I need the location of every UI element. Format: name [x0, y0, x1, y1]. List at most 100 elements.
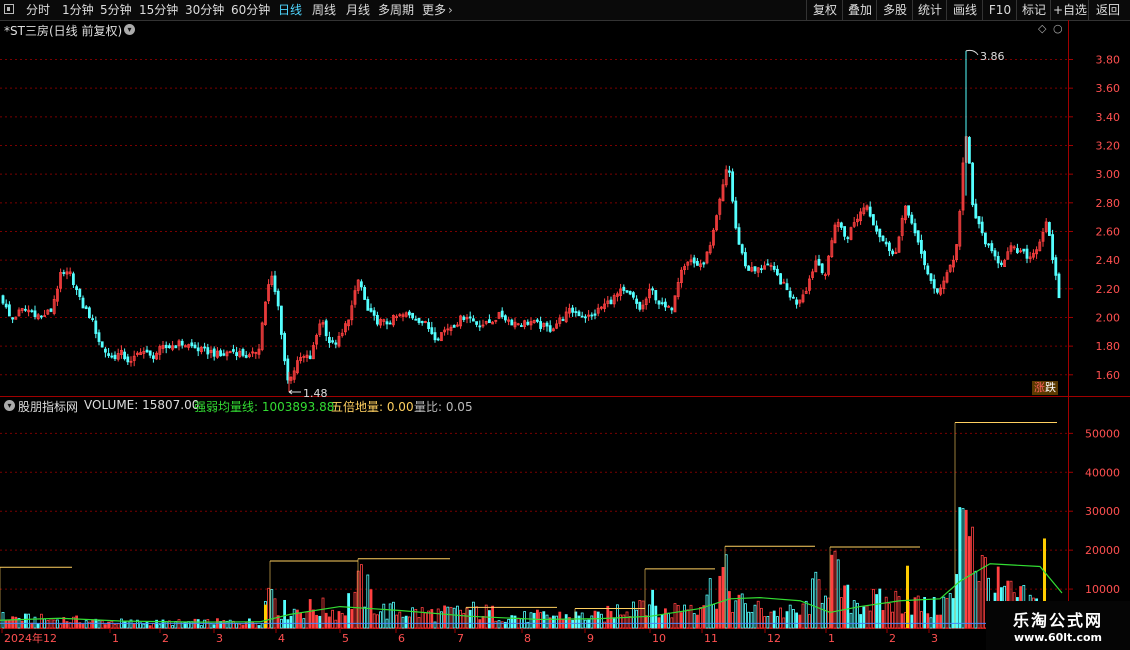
volume-bar: [46, 620, 50, 629]
title-dropdown-icon[interactable]: ▾: [124, 24, 135, 35]
x-tick-label: 6: [398, 632, 405, 645]
volume-bar: [958, 507, 962, 629]
volume-bar: [423, 612, 427, 629]
volume-bar: [638, 600, 642, 629]
candle-body: [7, 304, 11, 317]
volume-bar: [523, 611, 526, 629]
candle-body: [167, 345, 171, 349]
high-marker-arrow: [965, 49, 979, 56]
volume-bar: [878, 588, 882, 629]
volume-bar: [814, 571, 818, 629]
volume-bar: [500, 621, 504, 629]
candle-body: [977, 216, 981, 225]
volume-bar: [961, 508, 965, 629]
candle-body: [1054, 257, 1058, 276]
volume-bar: [820, 602, 824, 629]
candle-body: [190, 342, 194, 347]
candle-body: [62, 272, 66, 274]
volume-bar: [510, 615, 514, 629]
stock-title: *ST三房(日线 前复权): [4, 24, 123, 38]
volume-tick-label: 40000: [1085, 466, 1120, 479]
volume-bar: [52, 619, 56, 629]
volume-bar: [110, 620, 114, 629]
volume-bar: [590, 615, 594, 629]
volume-bar: [59, 624, 62, 629]
candle-body: [916, 230, 920, 243]
x-tick-label: 2: [162, 632, 169, 645]
up-down-badge[interactable]: 涨跌: [1032, 381, 1058, 395]
volume-bar: [577, 615, 581, 629]
volume-bar: [353, 591, 357, 629]
volume-tick-label: 50000: [1085, 427, 1120, 440]
candle-body: [913, 223, 917, 234]
volume-bar: [241, 624, 245, 629]
candle-body: [843, 226, 846, 237]
volume-bar: [596, 611, 600, 629]
candle-body: [375, 314, 379, 325]
candle-body: [23, 308, 27, 311]
kline-chart[interactable]: 3.80 3.60 3.40 3.20 3.00 2.80 2.60 2.40 2.20 2.00…: [0, 0, 1130, 650]
price-tick-label: 3.40: [1096, 111, 1121, 124]
candle-body: [174, 345, 178, 349]
candle-body: [452, 324, 456, 328]
volume-bar: [104, 624, 107, 629]
volume-bar: [600, 613, 603, 629]
x-tick-label: 4: [278, 632, 285, 645]
volume-bar: [744, 603, 747, 629]
volume-bar: [359, 564, 363, 629]
volume-bar: [56, 619, 59, 629]
volume-bar: [334, 619, 338, 629]
indicator-name[interactable]: 股朋指标网: [18, 398, 78, 415]
volume-bar: [164, 621, 168, 629]
candle-body: [180, 340, 184, 346]
highlight-volume-bar: [906, 565, 909, 628]
candle-body: [920, 239, 923, 254]
candle-body: [91, 318, 94, 321]
volume-bar: [30, 622, 34, 629]
volume-bar: [894, 590, 898, 629]
x-tick-label: 1: [828, 632, 835, 645]
volume-bar: [731, 612, 734, 629]
volume-bar: [158, 624, 162, 629]
candle-body: [628, 291, 632, 295]
price-tick-label: 1.60: [1096, 369, 1121, 382]
candle-body: [539, 321, 542, 329]
volume-bar: [132, 622, 136, 629]
volume-bar: [804, 600, 808, 629]
candle-body: [574, 311, 578, 313]
candle-body: [792, 296, 795, 299]
volume-bar: [228, 619, 232, 629]
candle-body: [372, 310, 376, 316]
diamond-icon[interactable]: ◇: [1038, 22, 1046, 35]
candle-body: [868, 206, 872, 217]
volume-bar: [487, 610, 491, 629]
candle-body: [996, 256, 1000, 264]
candle-body: [235, 352, 239, 356]
candle-body: [113, 354, 117, 360]
low-marker-arrow: [288, 389, 301, 395]
candle-body: [72, 273, 75, 286]
volume-bar: [142, 623, 146, 629]
candle-body: [520, 325, 523, 327]
price-tick-label: 3.20: [1096, 139, 1121, 152]
price-tick-label: 3.80: [1096, 53, 1121, 66]
volume-bar: [430, 609, 434, 629]
volume-bar: [756, 600, 760, 629]
volume-bar: [692, 613, 696, 629]
volume-bar: [481, 615, 485, 629]
volume-bar: [497, 620, 501, 629]
volume-bar: [625, 611, 629, 629]
candle-body: [875, 225, 878, 232]
volume-bar: [372, 613, 376, 629]
volume-bar: [324, 612, 328, 629]
indicator-dropdown-icon[interactable]: ▾: [4, 400, 15, 411]
volume-bar: [558, 611, 562, 629]
candle-body: [417, 318, 421, 323]
volume-tick-label: 30000: [1085, 505, 1120, 518]
volume-bar: [635, 609, 638, 629]
circle-icon[interactable]: ○: [1053, 22, 1063, 35]
volume-bar: [680, 612, 683, 629]
volume-bar: [235, 623, 239, 629]
candle-body: [30, 310, 34, 313]
candle-body: [987, 243, 990, 246]
